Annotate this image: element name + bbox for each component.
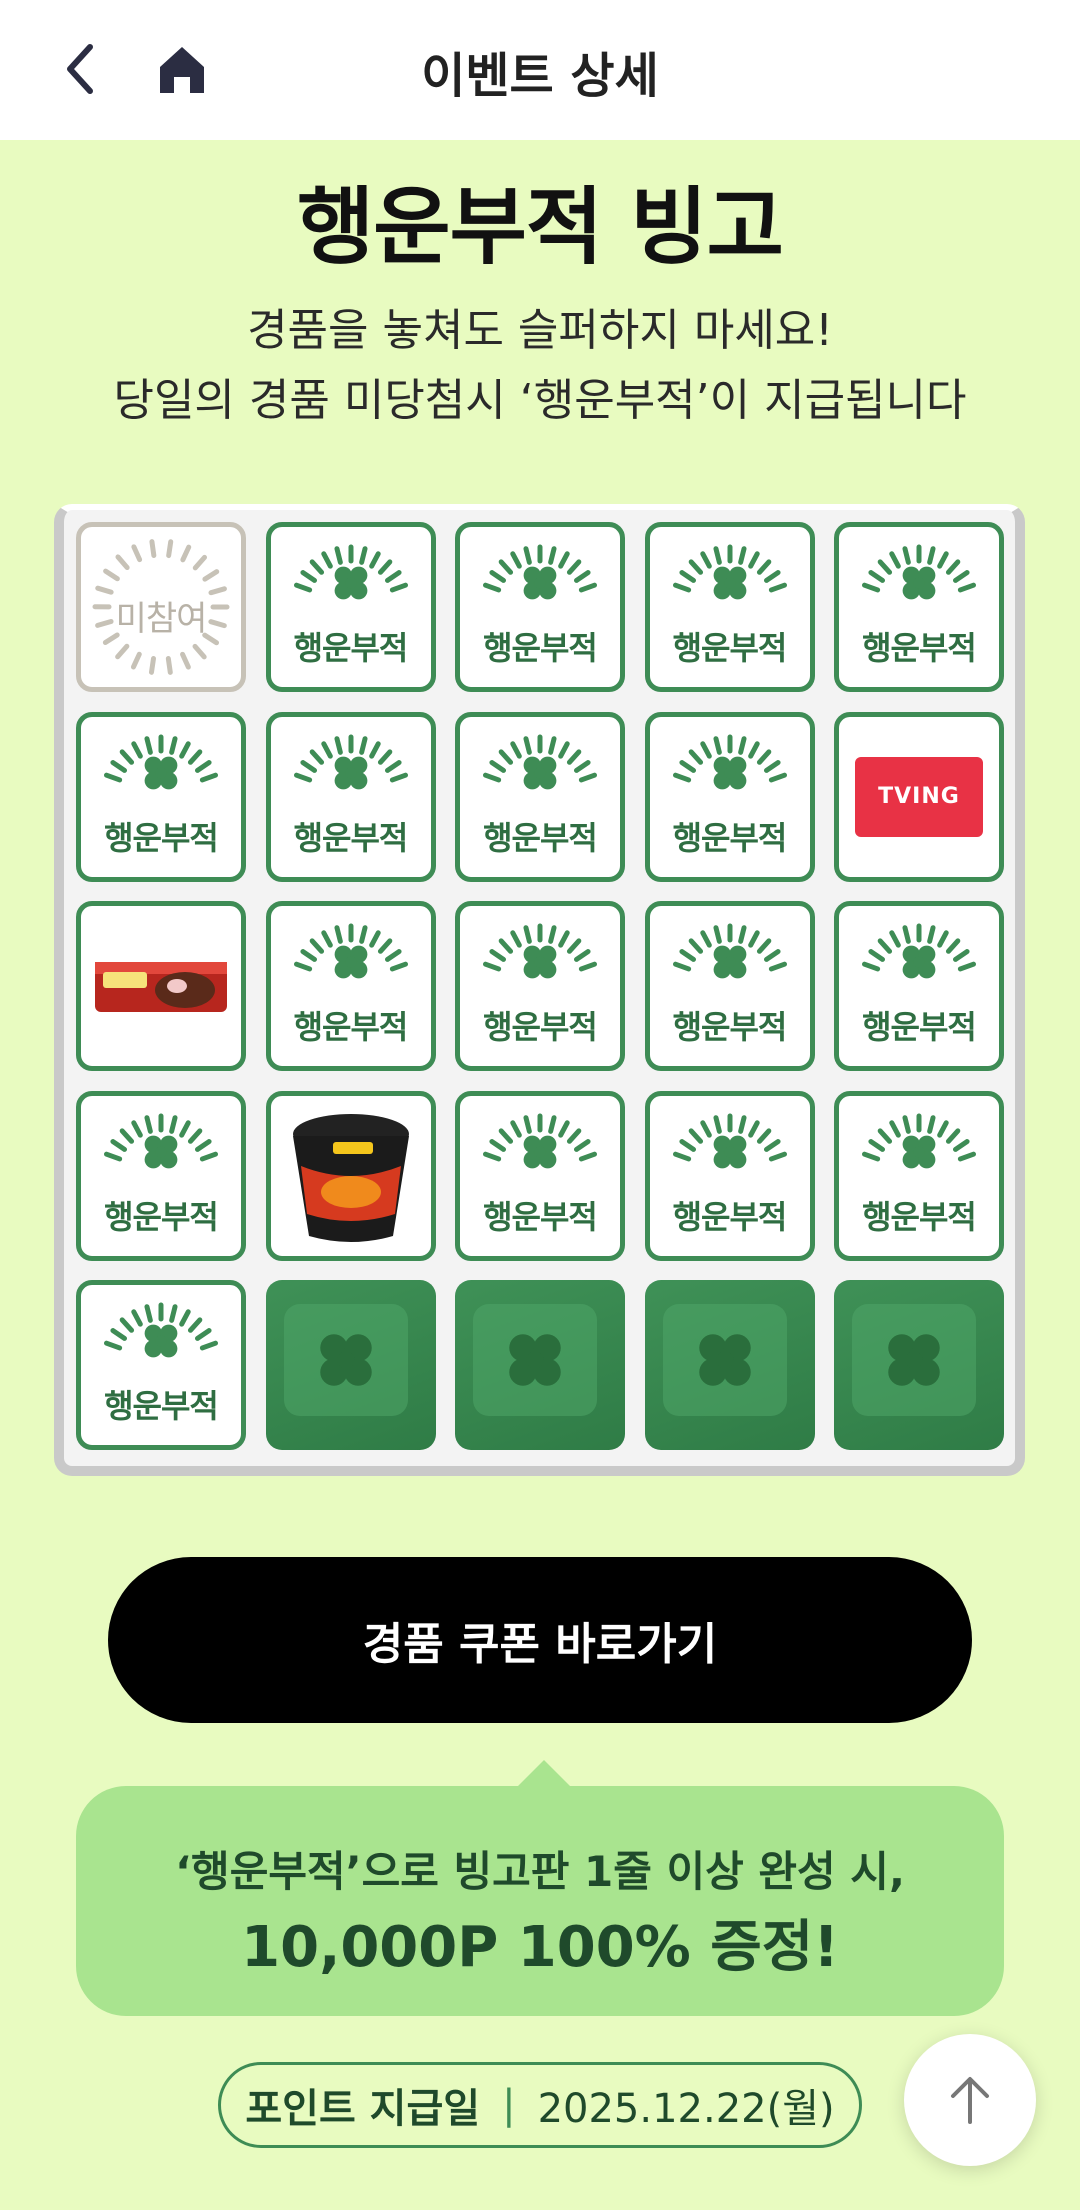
lucky-charm-label: 행운부적 xyxy=(862,629,977,667)
bingo-cell-lucky-charm[interactable]: 행운부적 xyxy=(76,1090,246,1261)
clover-icon xyxy=(144,1135,178,1168)
clover-icon xyxy=(509,1334,561,1386)
bingo-cell-lucky-charm[interactable]: 행운부적 xyxy=(644,522,815,692)
arrow-up-icon xyxy=(951,2077,989,2124)
clover-icon xyxy=(523,1135,557,1168)
bingo-cell-locked[interactable] xyxy=(265,1280,436,1450)
lucky-charm-label: 행운부적 xyxy=(293,818,409,857)
clover-icon xyxy=(319,1334,372,1386)
lucky-charm-label: 행운부적 xyxy=(483,1197,598,1236)
page-title: 이벤트 상세 xyxy=(421,48,659,104)
lucky-charm-label: 행운부적 xyxy=(483,818,598,857)
bingo-cell-lucky-charm[interactable]: 행운부적 xyxy=(644,1090,815,1261)
lucky-charm-label: 행운부적 xyxy=(104,1387,219,1425)
app-header: 이벤트 상세 xyxy=(0,0,1080,140)
clover-icon xyxy=(902,566,936,600)
event-subtitle-line-1: 경품을 놓쳐도 슬퍼하지 마세요! xyxy=(247,305,833,356)
lucky-charm-label: 행운부적 xyxy=(104,818,219,857)
clover-icon xyxy=(144,756,178,789)
clover-icon xyxy=(713,945,746,979)
bingo-cell-locked[interactable] xyxy=(644,1280,815,1450)
clover-icon xyxy=(713,566,746,600)
clover-icon xyxy=(334,566,367,600)
clover-icon xyxy=(698,1334,751,1386)
bingo-cell-lucky-charm[interactable]: 행운부적 xyxy=(834,901,1004,1071)
lucky-charm-label: 행운부적 xyxy=(862,1197,977,1236)
event-subtitle-line-2: 당일의 경품 미당첨시 ‘행운부적’이 지급됩니다 xyxy=(113,375,967,426)
bingo-cell-prize-snack[interactable] xyxy=(76,901,246,1071)
promo-line-2: 10,000P 100% 증정! xyxy=(241,1915,839,1980)
promo-line-1: ‘행운부적’으로 빙고판 1줄 이상 완성 시, xyxy=(175,1847,905,1896)
payment-date: 2025.12.22(월) xyxy=(537,2086,835,2132)
lucky-charm-label: 행운부적 xyxy=(862,1008,977,1046)
lucky-charm-label: 행운부적 xyxy=(672,1197,788,1236)
bingo-cell-lucky-charm[interactable]: 행운부적 xyxy=(265,522,436,692)
bingo-cell-lucky-charm[interactable]: 행운부적 xyxy=(834,522,1004,692)
bingo-cell-not-participated[interactable]: 미참여 xyxy=(76,522,246,692)
event-title: 행운부적 빙고 xyxy=(297,178,784,276)
not-participated-label: 미참여 xyxy=(115,599,208,639)
bingo-board: 미참여 행운부적 행운부적 행운부적 행운부적 행운부적 행운부적 행운부적 행운부적 TVING… xyxy=(54,504,1025,1476)
clover-icon xyxy=(334,756,367,789)
snack-bar-image xyxy=(95,962,227,1012)
lucky-charm-label: 행운부적 xyxy=(672,818,788,857)
bingo-cell-lucky-charm[interactable]: 행운부적 xyxy=(455,1090,625,1261)
bingo-cell-prize-ramen[interactable] xyxy=(265,1090,436,1261)
bingo-cell-lucky-charm[interactable]: 행운부적 xyxy=(644,901,815,1071)
cup-ramen-image xyxy=(292,1113,409,1242)
promo-bubble: ‘행운부적’으로 빙고판 1줄 이상 완성 시, 10,000P 100% 증정… xyxy=(76,1760,1004,2016)
scroll-to-top-button[interactable] xyxy=(904,2034,1036,2166)
payment-separator: | xyxy=(502,2082,516,2128)
bingo-cell-lucky-charm[interactable]: 행운부적 xyxy=(76,1280,246,1450)
point-payment-date-badge: 포인트 지급일 | 2025.12.22(월) xyxy=(218,2062,862,2148)
bingo-cell-prize-tving[interactable]: TVING xyxy=(834,711,1004,882)
lucky-charm-label: 행운부적 xyxy=(483,1008,598,1046)
bingo-cell-lucky-charm[interactable]: 행운부적 xyxy=(76,711,246,882)
clover-icon xyxy=(144,1324,178,1358)
bingo-cell-lucky-charm[interactable]: 행운부적 xyxy=(265,901,436,1071)
lucky-charm-label: 행운부적 xyxy=(104,1197,219,1236)
bingo-cell-locked[interactable] xyxy=(834,1280,1004,1450)
clover-icon xyxy=(902,1135,936,1168)
clover-icon xyxy=(888,1334,940,1386)
bingo-cell-lucky-charm[interactable]: 행운부적 xyxy=(265,711,436,882)
clover-icon xyxy=(523,566,557,600)
lucky-charm-label: 행운부적 xyxy=(483,629,598,667)
clover-icon xyxy=(523,945,557,979)
clover-icon xyxy=(713,756,746,789)
bingo-cell-lucky-charm[interactable]: 행운부적 xyxy=(834,1090,1004,1261)
bingo-cell-lucky-charm[interactable]: 행운부적 xyxy=(455,901,625,1071)
bingo-cell-lucky-charm[interactable]: 행운부적 xyxy=(455,522,625,692)
tving-logo: TVING xyxy=(855,756,983,837)
payment-label: 포인트 지급일 xyxy=(245,2086,481,2132)
bingo-cell-locked[interactable] xyxy=(455,1280,625,1450)
bingo-cell-lucky-charm[interactable]: 행운부적 xyxy=(644,711,815,882)
lucky-charm-label: 행운부적 xyxy=(672,1008,788,1046)
lucky-charm-label: 행운부적 xyxy=(672,629,788,667)
clover-icon xyxy=(713,1135,746,1168)
lucky-charm-label: 행운부적 xyxy=(293,1008,409,1046)
clover-icon xyxy=(334,945,367,979)
clover-icon xyxy=(523,756,557,789)
prize-coupon-button[interactable]: 경품 쿠폰 바로가기 xyxy=(108,1557,972,1723)
bingo-cell-lucky-charm[interactable]: 행운부적 xyxy=(455,711,625,882)
clover-icon xyxy=(902,945,936,979)
lucky-charm-label: 행운부적 xyxy=(293,629,409,667)
